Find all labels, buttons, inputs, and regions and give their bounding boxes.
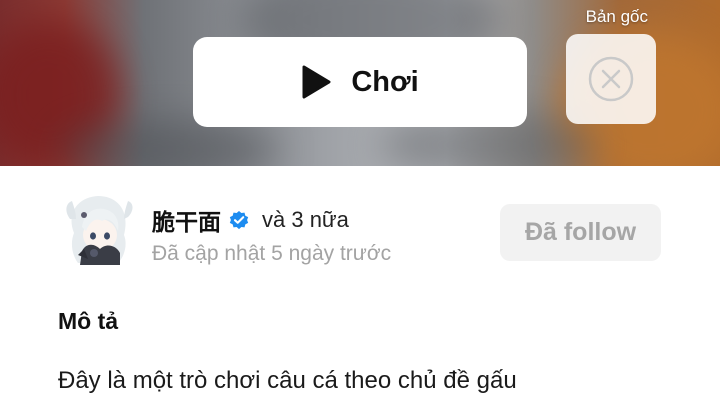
original-version-label[interactable]: Bản gốc xyxy=(586,7,648,27)
author-name[interactable]: 脆干面 xyxy=(152,203,221,237)
follow-button[interactable]: Đã follow xyxy=(500,204,661,261)
game-info-card: 脆干面 và 3 nữa Đã cập nhật 5 ngày trước Đã… xyxy=(18,166,702,405)
co-authors-link[interactable]: và 3 nữa xyxy=(262,207,349,233)
updated-time: Đã cập nhật 5 ngày trước xyxy=(152,242,392,265)
author-row: 脆干面 và 3 nữa xyxy=(152,203,349,237)
close-circle-icon xyxy=(588,56,634,102)
game-detail-screen: Bản gốc Chơi 脆干面 và 3 nữa Đã cập nhật 5 … xyxy=(0,0,720,405)
play-label: Chơi xyxy=(351,65,419,98)
verified-check-icon xyxy=(229,211,249,230)
description-text: Đây là một trò chơi câu cá theo chủ đề g… xyxy=(58,367,517,394)
hero-banner: Bản gốc Chơi xyxy=(0,0,720,166)
description-heading: Mô tả xyxy=(58,308,119,334)
play-icon xyxy=(302,65,331,99)
author-avatar[interactable] xyxy=(64,193,134,269)
play-button[interactable]: Chơi xyxy=(193,37,527,127)
close-button[interactable] xyxy=(566,34,656,124)
